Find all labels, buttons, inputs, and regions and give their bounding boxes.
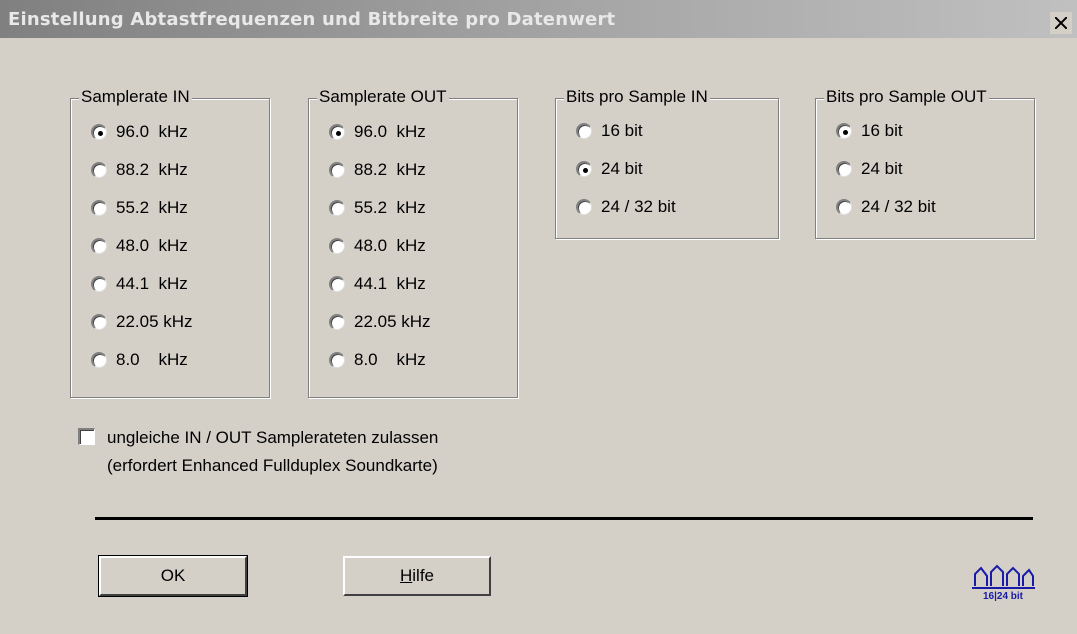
radio-circle-icon	[576, 199, 592, 215]
samplerate-in-title: Samplerate IN	[79, 87, 192, 107]
help-mnemonic: H	[399, 566, 413, 585]
radio-circle-icon	[836, 199, 852, 215]
radio-label: 44.1 kHz	[354, 274, 426, 293]
radio-circle-icon	[329, 238, 345, 254]
radio-label: 22.05 kHz	[116, 312, 193, 331]
radio-label: 8.0 kHz	[116, 350, 188, 369]
radio-label: 88.2 kHz	[354, 160, 426, 179]
radio-circle-icon	[329, 352, 345, 368]
radio-circle-icon	[836, 161, 852, 177]
radio-circle-icon	[836, 123, 852, 139]
waveform-logo-icon: 16|24 bit	[972, 564, 1035, 602]
close-button[interactable]	[1050, 12, 1072, 34]
radio-circle-icon	[329, 314, 345, 330]
close-icon	[1055, 17, 1067, 29]
radio-circle-icon	[576, 161, 592, 177]
radio-label: 55.2 kHz	[354, 198, 426, 217]
samplerate-out-title: Samplerate OUT	[317, 87, 449, 107]
bits-in-group: Bits pro Sample IN 16 bit 24 bit 24 / 32 b…	[555, 87, 779, 239]
radio-selected-dot-icon	[843, 130, 848, 135]
radio-circle-icon	[91, 352, 107, 368]
radio-label: 48.0 kHz	[116, 236, 188, 255]
bits-out-group: Bits pro Sample OUT 16 bit 24 bit 24 / 32 …	[815, 87, 1035, 239]
radio-label: 24 / 32 bit	[861, 197, 936, 216]
radio-label: 8.0 kHz	[354, 350, 426, 369]
help-button[interactable]: Hilfe	[343, 556, 491, 596]
radio-circle-icon	[329, 200, 345, 216]
settings-dialog: Einstellung Abtastfrequenzen und Bitbrei…	[0, 0, 1077, 634]
unequal-samplerates-checkbox[interactable]	[78, 428, 95, 445]
radio-circle-icon	[91, 124, 107, 140]
radio-circle-icon	[91, 314, 107, 330]
bits-out-title: Bits pro Sample OUT	[824, 87, 989, 107]
radio-label: 44.1 kHz	[116, 274, 188, 293]
radio-label: 24 bit	[861, 159, 903, 178]
help-button-label: ilfe	[412, 566, 434, 585]
radio-label: 24 bit	[601, 159, 643, 178]
checkbox-label-line2: (erfordert Enhanced Fullduplex Soundkart…	[107, 456, 438, 475]
samplerate-in-group: Samplerate IN 96.0 kHz 88.2 kHz 55.2 kHz 48…	[70, 87, 270, 398]
ok-button-label: OK	[160, 566, 186, 585]
separator-line	[95, 517, 1033, 520]
radio-label: 55.2 kHz	[116, 198, 188, 217]
ok-button[interactable]: OK	[98, 555, 248, 597]
radio-circle-icon	[329, 124, 345, 140]
radio-selected-dot-icon	[583, 168, 588, 173]
radio-label: 96.0 kHz	[354, 122, 426, 141]
radio-label: 22.05 kHz	[354, 312, 431, 331]
radio-circle-icon	[91, 276, 107, 292]
radio-label: 16 bit	[861, 121, 903, 140]
radio-circle-icon	[576, 123, 592, 139]
radio-label: 24 / 32 bit	[601, 197, 676, 216]
radio-circle-icon	[329, 162, 345, 178]
bits-in-title: Bits pro Sample IN	[564, 87, 710, 107]
radio-selected-dot-icon	[336, 131, 341, 136]
title-bar: Einstellung Abtastfrequenzen und Bitbrei…	[0, 0, 1077, 38]
radio-circle-icon	[329, 276, 345, 292]
radio-label: 16 bit	[601, 121, 643, 140]
samplerate-out-group: Samplerate OUT 96.0 kHz 88.2 kHz 55.2 kHz 4…	[308, 87, 518, 398]
checkbox-label-line1: ungleiche IN / OUT Samplerateten zulasse…	[107, 428, 439, 447]
radio-label: 48.0 kHz	[354, 236, 426, 255]
radio-label: 96.0 kHz	[116, 122, 188, 141]
logo-16-24-bit: 16|24 bit	[969, 562, 1037, 602]
logo-text: 16|24 bit	[983, 591, 1024, 602]
radio-label: 88.2 kHz	[116, 160, 188, 179]
window-title: Einstellung Abtastfrequenzen und Bitbrei…	[8, 9, 616, 30]
radio-circle-icon	[91, 162, 107, 178]
radio-selected-dot-icon	[98, 131, 103, 136]
radio-circle-icon	[91, 200, 107, 216]
radio-circle-icon	[91, 238, 107, 254]
